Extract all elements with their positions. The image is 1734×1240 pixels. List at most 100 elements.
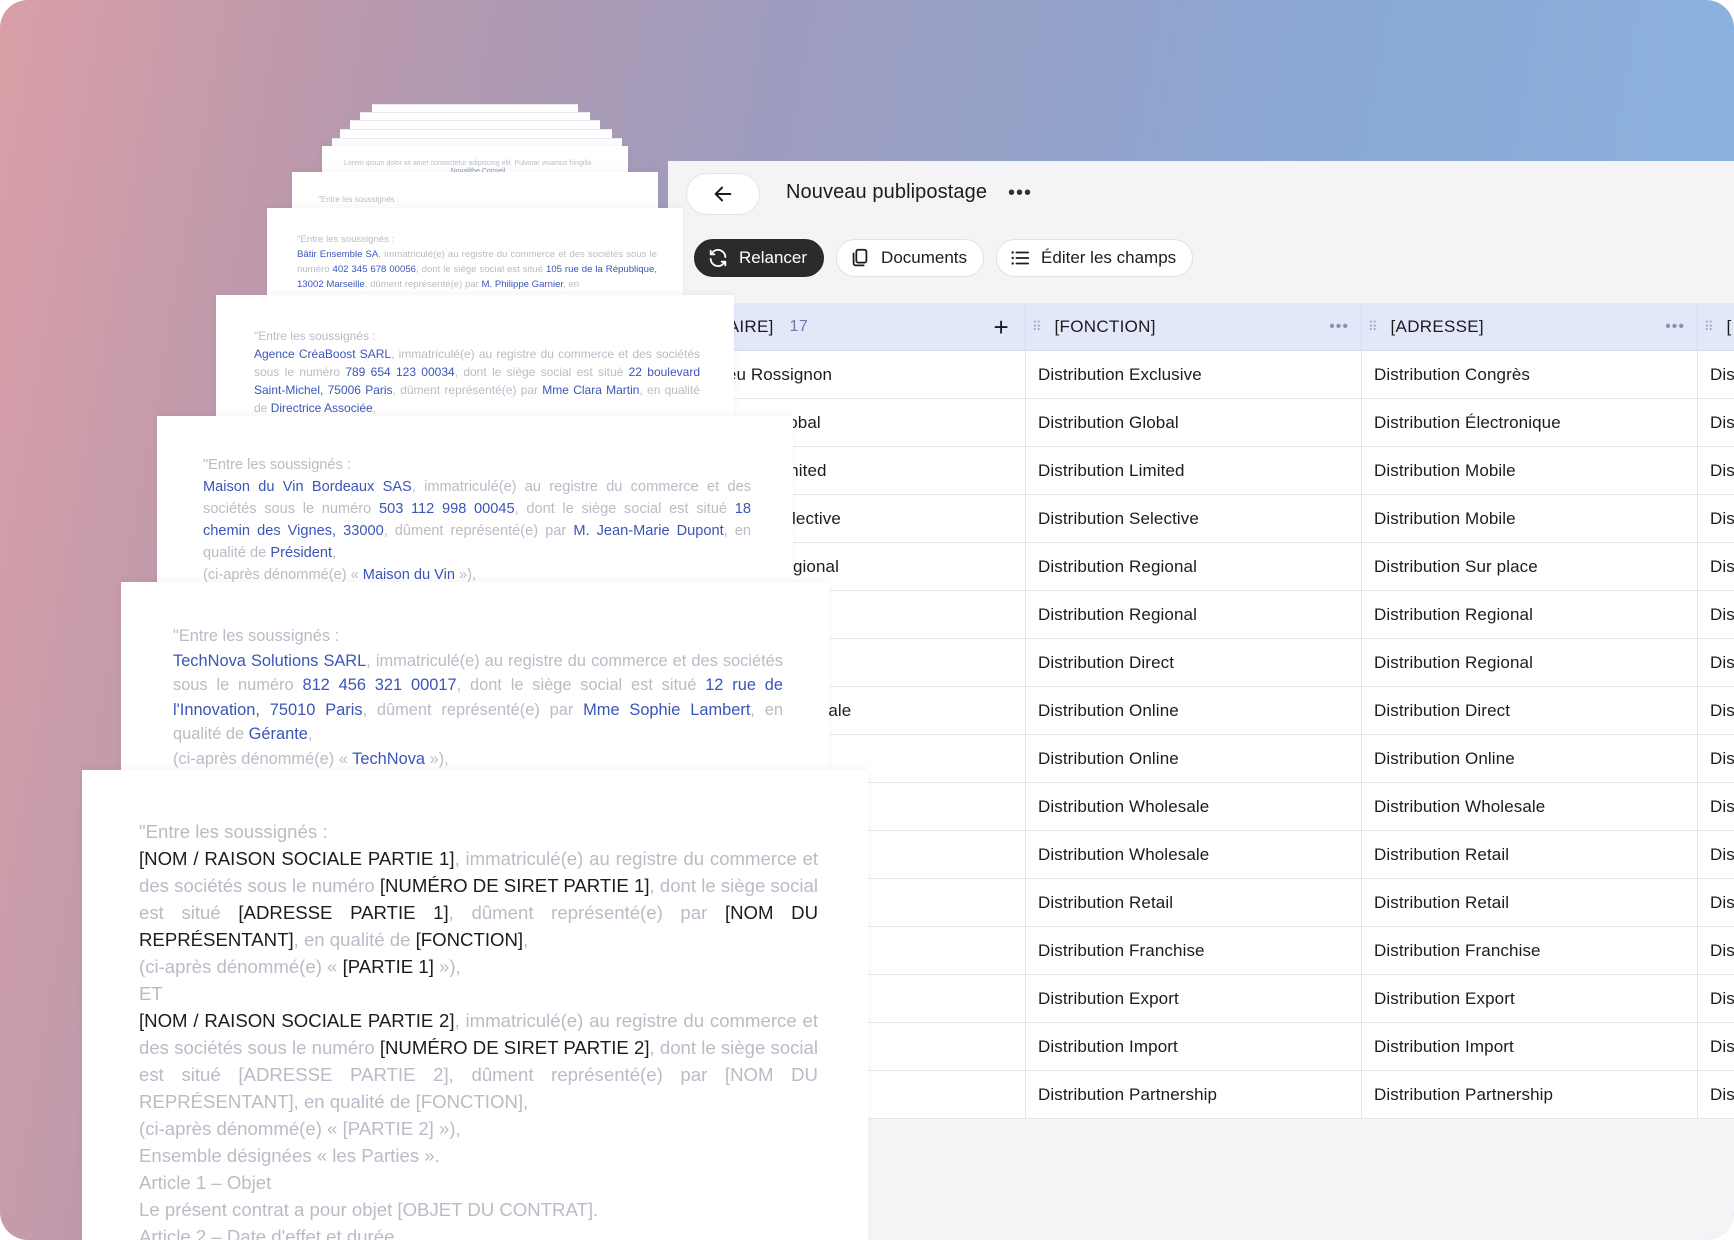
fonction-cell[interactable]: Distribution Partnership [1025, 1071, 1361, 1119]
adresse-cell[interactable]: Distribution Retail [1361, 879, 1697, 927]
fonction-cell[interactable]: Distribution Online [1025, 687, 1361, 735]
doc-article-1-text: Le présent contrat a pour objet [OBJET D… [139, 1199, 599, 1220]
edit-fields-label: Éditer les champs [1041, 248, 1177, 267]
more-options-button[interactable]: ••• [1008, 183, 1032, 203]
column-title: [ADRESSE] [1390, 317, 1484, 336]
column-header-next[interactable]: ⠿ [ [1697, 303, 1734, 351]
screenshot-stage: Nouveau publipostage ••• Relancer Docume… [0, 0, 1734, 1240]
adresse-cell[interactable]: Distribution Regional [1361, 639, 1697, 687]
next-cell[interactable]: Dis [1697, 735, 1734, 783]
back-button[interactable] [686, 173, 760, 215]
next-cell[interactable]: Dis [1697, 639, 1734, 687]
adresse-cell[interactable]: Distribution Online [1361, 735, 1697, 783]
table-row[interactable]: Distribution LimitedDistribution Limited… [668, 447, 1734, 495]
drag-handle-icon[interactable]: ⠿ [1704, 319, 1713, 335]
doc-text: »), [425, 749, 449, 768]
adresse-cell[interactable]: Distribution Import [1361, 1023, 1697, 1071]
doc-representative: Mme Sophie Lambert [583, 700, 751, 719]
doc-role: Directrice Associée [270, 401, 373, 415]
next-cell[interactable]: Dis [1697, 351, 1734, 399]
table-row[interactable]: Distribution SelectiveDistribution Selec… [668, 495, 1734, 543]
next-cell[interactable]: Dis [1697, 975, 1734, 1023]
doc-text: , dûment représenté(e) par [362, 700, 584, 719]
edit-fields-button[interactable]: Éditer les champs [996, 239, 1194, 277]
doc-paragraph-party-2: [NOM / RAISON SOCIALE PARTIE 2], immatri… [139, 1007, 818, 1115]
next-cell[interactable]: Dis [1697, 879, 1734, 927]
doc-company-name: Maison du Vin Bordeaux SAS [203, 479, 412, 495]
table-row[interactable]: Distribution GlobalDistribution GlobalDi… [668, 399, 1734, 447]
doc-intro: "Entre les soussignés : [203, 457, 351, 473]
fonction-cell[interactable]: Distribution Export [1025, 975, 1361, 1023]
adresse-cell[interactable]: Distribution Mobile [1361, 447, 1697, 495]
next-cell[interactable]: Dis [1697, 495, 1734, 543]
adresse-cell[interactable]: Distribution Regional [1361, 591, 1697, 639]
doc-paragraph: Agence CréaBoost SARL, immatriculé(e) au… [254, 345, 700, 417]
fonction-cell[interactable]: Distribution Online [1025, 735, 1361, 783]
adresse-cell[interactable]: Distribution Partnership [1361, 1071, 1697, 1119]
relancer-button[interactable]: Relancer [694, 239, 825, 277]
column-menu-button[interactable]: ••• [1329, 318, 1349, 336]
next-cell[interactable]: Dis [1697, 1071, 1734, 1119]
adresse-cell[interactable]: Distribution Électronique [1361, 399, 1697, 447]
fonction-cell[interactable]: Distribution Exclusive [1025, 351, 1361, 399]
doc-article-1-title: Article 1 – Objet [139, 1172, 272, 1193]
fonction-cell[interactable]: Distribution Limited [1025, 447, 1361, 495]
doc-paragraph: TechNova Solutions SARL, immatriculé(e) … [173, 649, 783, 747]
doc-company-name: Agence CréaBoost SARL [254, 347, 392, 361]
adresse-cell[interactable]: Distribution Retail [1361, 831, 1697, 879]
fonction-cell[interactable]: Distribution Retail [1025, 879, 1361, 927]
fonction-cell[interactable]: Distribution Direct [1025, 639, 1361, 687]
doc-text: , en qualité de [293, 929, 416, 950]
next-cell[interactable]: Dis [1697, 543, 1734, 591]
doc-alias-name: TechNova [352, 749, 426, 768]
doc-representative: M. Jean-Marie Dupont [573, 523, 724, 539]
doc-text-line: Lorem ipsum dolor sit amet consectetur a… [344, 160, 592, 167]
toolbar: Relancer Documents Éditer les champs [694, 233, 1194, 283]
doc-siret: 789 654 123 00034 [345, 365, 455, 379]
adresse-cell[interactable]: Distribution Franchise [1361, 927, 1697, 975]
fonction-cell[interactable]: Distribution Franchise [1025, 927, 1361, 975]
fonction-cell[interactable]: Distribution Wholesale [1025, 831, 1361, 879]
fonction-cell[interactable]: Distribution Wholesale [1025, 783, 1361, 831]
placeholder-role: [FONCTION] [415, 929, 524, 950]
next-cell[interactable]: Dis [1697, 591, 1734, 639]
next-cell[interactable]: Dis [1697, 447, 1734, 495]
fonction-cell[interactable]: Distribution Selective [1025, 495, 1361, 543]
column-menu-button[interactable]: ••• [1665, 318, 1685, 336]
doc-company-name: TechNova Solutions SARL [173, 651, 367, 670]
fonction-cell[interactable]: Distribution Regional [1025, 591, 1361, 639]
doc-text: (ci-après dénommé(e) « [173, 749, 353, 768]
next-cell[interactable]: Dis [1697, 927, 1734, 975]
documents-button[interactable]: Documents [836, 239, 985, 277]
fonction-cell[interactable]: Distribution Regional [1025, 543, 1361, 591]
document-page-technova: "Entre les soussignés : TechNova Solutio… [121, 582, 829, 772]
next-cell[interactable]: Dis [1697, 399, 1734, 447]
adresse-cell[interactable]: Distribution Export [1361, 975, 1697, 1023]
column-header-fonction[interactable]: ⠿ [FONCTION] ••• [1025, 303, 1361, 351]
next-cell[interactable]: Dis [1697, 783, 1734, 831]
doc-intro: "Entre les soussignés : [173, 627, 340, 645]
doc-text: , en [563, 279, 580, 290]
adresse-cell[interactable]: Distribution Congrès [1361, 351, 1697, 399]
adresse-cell[interactable]: Distribution Wholesale [1361, 783, 1697, 831]
adresse-cell[interactable]: Distribution Sur place [1361, 543, 1697, 591]
drag-handle-icon[interactable]: ⠿ [1368, 319, 1377, 335]
adresse-cell[interactable]: Distribution Direct [1361, 687, 1697, 735]
drag-handle-icon[interactable]: ⠿ [1032, 319, 1041, 335]
doc-text: , dûment représenté(e) par [448, 902, 725, 923]
arrow-left-icon [714, 186, 732, 202]
table-row[interactable]: Matthieu Rossignon Distribution Exclusive… [668, 351, 1734, 399]
fonction-cell[interactable]: Distribution Import [1025, 1023, 1361, 1071]
adresse-cell[interactable]: Distribution Mobile [1361, 495, 1697, 543]
fonction-cell[interactable]: Distribution Global [1025, 399, 1361, 447]
document-page: "Entre les soussignés : [292, 172, 658, 212]
relancer-label: Relancer [739, 248, 808, 267]
doc-intro: "Entre les soussignés : [254, 329, 376, 343]
add-column-button[interactable]: + [994, 314, 1009, 340]
next-cell[interactable]: Dis [1697, 687, 1734, 735]
next-cell[interactable]: Dis [1697, 831, 1734, 879]
next-cell[interactable]: Dis [1697, 1023, 1734, 1071]
column-header-adresse[interactable]: ⠿ [ADRESSE] ••• [1361, 303, 1697, 351]
doc-text: , dûment représenté(e) par [364, 279, 482, 290]
doc-role: Gérante [248, 725, 308, 743]
